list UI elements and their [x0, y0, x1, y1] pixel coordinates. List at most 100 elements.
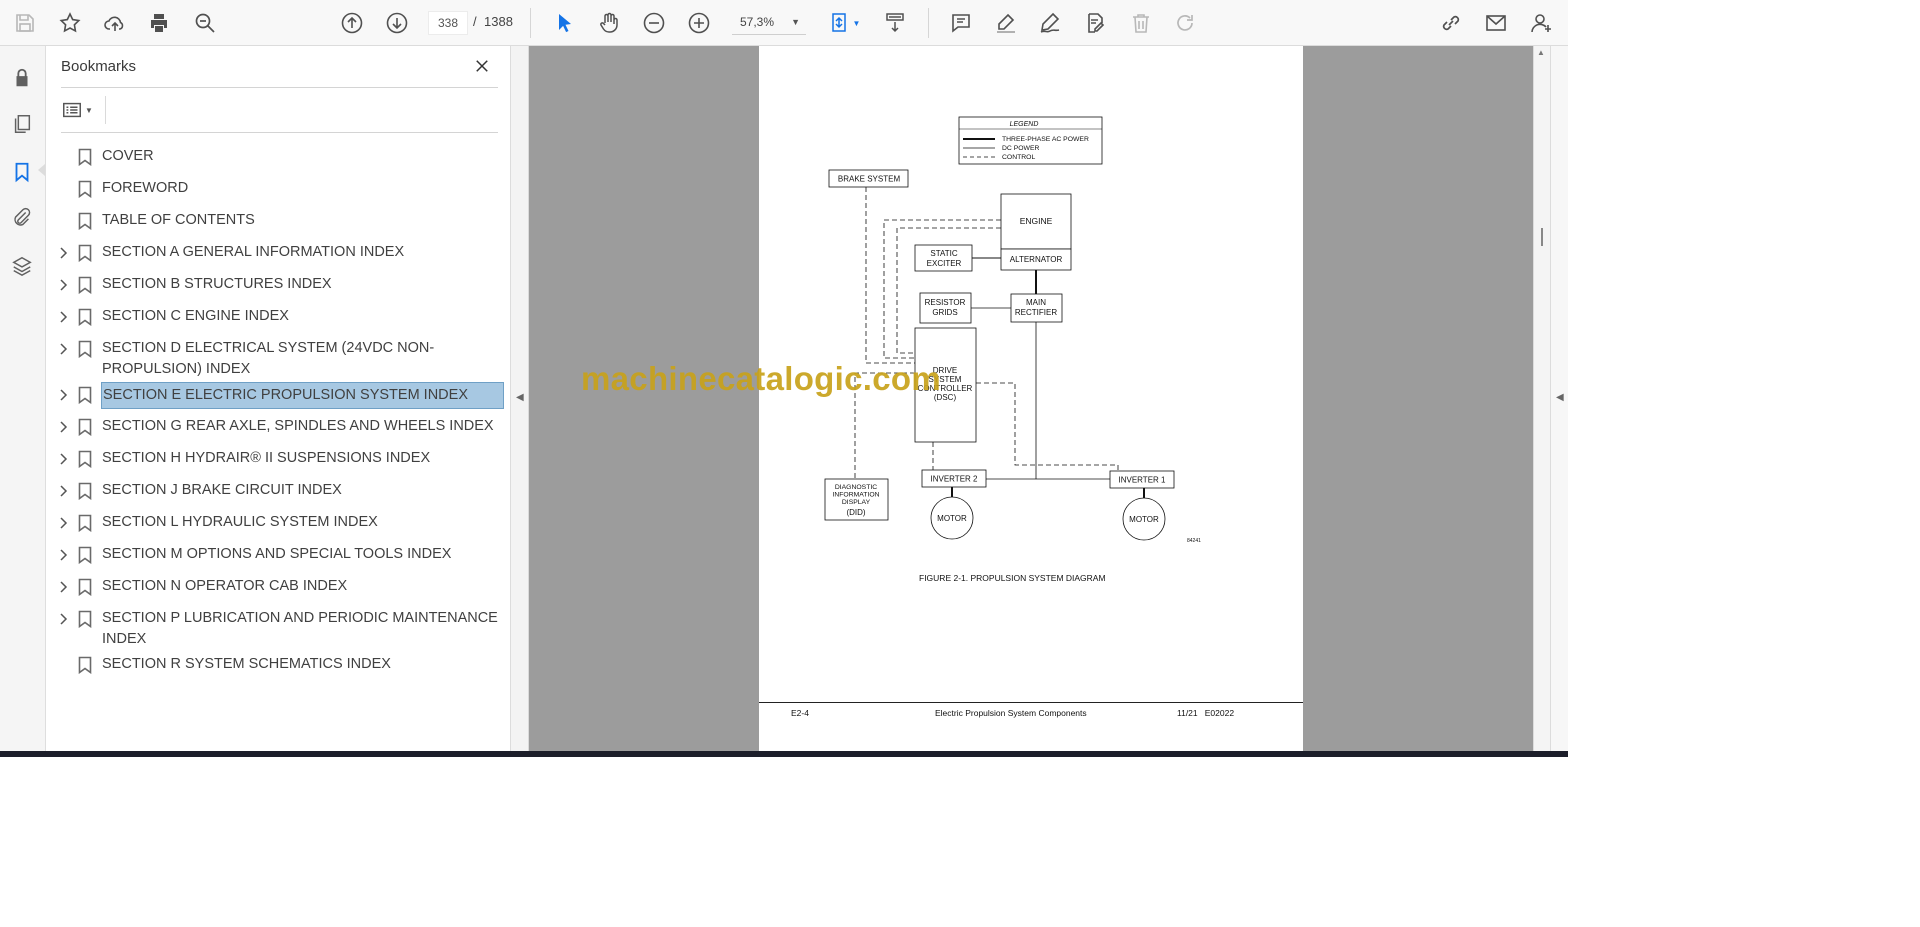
bookmark-label: SECTION E ELECTRIC PROPULSION SYSTEM IND…: [101, 382, 504, 409]
star-icon[interactable]: [55, 8, 85, 38]
next-page-icon[interactable]: [382, 8, 412, 38]
previous-page-icon[interactable]: [337, 8, 367, 38]
highlight-icon[interactable]: [991, 8, 1021, 38]
chevron-right-icon[interactable]: [58, 612, 70, 626]
pages-icon[interactable]: [8, 110, 36, 138]
attachment-icon[interactable]: [8, 204, 36, 232]
find-icon[interactable]: [190, 8, 220, 38]
bookmark-label: SECTION A GENERAL INFORMATION INDEX: [102, 244, 405, 260]
expand-right-panel-icon[interactable]: ◀: [1556, 392, 1564, 403]
footer-date: 11/21: [1177, 708, 1198, 718]
active-tab-marker: [38, 164, 45, 176]
resistor-grids-label-1: RESISTOR: [925, 298, 966, 307]
bookmark-icon: [78, 546, 92, 565]
divider: [61, 87, 498, 88]
layers-icon[interactable]: [8, 252, 36, 280]
zoom-level-select[interactable]: 57,3% ▼: [732, 11, 806, 35]
page-total: 1388: [484, 14, 513, 29]
bookmark-label: SECTION H HYDRAIR® II SUSPENSIONS INDEX: [102, 450, 431, 466]
legend-title: LEGEND: [1010, 121, 1039, 128]
vertical-scrollbar[interactable]: ▲: [1533, 46, 1550, 751]
main-rectifier-label-1: MAIN: [1026, 298, 1046, 307]
divider: [105, 96, 106, 124]
save-icon[interactable]: [10, 8, 40, 38]
legend-entry-control: CONTROL: [1002, 154, 1035, 161]
bookmark-icon: [78, 276, 92, 295]
mail-icon[interactable]: [1481, 8, 1511, 38]
chevron-right-icon[interactable]: [58, 420, 70, 434]
chevron-right-icon[interactable]: [58, 310, 70, 324]
chevron-down-icon: ▼: [85, 105, 93, 115]
bookmark-label: SECTION J BRAKE CIRCUIT INDEX: [102, 482, 342, 498]
footer-page-ref: E2-4: [791, 708, 809, 718]
bookmark-icon: [78, 180, 92, 199]
inverter-1-label: INVERTER 1: [1119, 476, 1167, 485]
footer-rule: [759, 702, 1303, 703]
bookmark-icon: [78, 386, 92, 405]
chevron-right-icon[interactable]: [58, 548, 70, 562]
bookmark-icon: [78, 340, 92, 359]
toolbar-divider: [530, 8, 531, 38]
inverter-2-label: INVERTER 2: [931, 475, 979, 484]
redo-icon[interactable]: [1170, 8, 1200, 38]
scroll-mode-icon[interactable]: [880, 8, 910, 38]
bookmark-icon[interactable]: [8, 158, 36, 186]
panel-splitter[interactable]: ◀: [511, 46, 529, 751]
bookmark-icon: [78, 514, 92, 533]
cloud-upload-icon[interactable]: [100, 8, 130, 38]
close-icon[interactable]: [471, 55, 493, 77]
lock-icon[interactable]: [8, 64, 36, 92]
bookmark-label: SECTION P LUBRICATION AND PERIODIC MAINT…: [102, 610, 498, 647]
bookmark-label: FOREWORD: [102, 180, 189, 196]
main-rectifier-label-2: RECTIFIER: [1015, 308, 1057, 317]
chevron-down-icon: ▼: [791, 17, 800, 27]
right-panel-toggle[interactable]: ◀: [1550, 46, 1568, 751]
print-icon[interactable]: [144, 8, 174, 38]
chevron-right-icon[interactable]: [58, 452, 70, 466]
bookmark-icon: [78, 578, 92, 597]
page-number-input[interactable]: 338: [428, 11, 468, 35]
figure-caption: FIGURE 2-1. PROPULSION SYSTEM DIAGRAM: [919, 573, 1106, 583]
brake-system-label: BRAKE SYSTEM: [838, 175, 901, 184]
footer-code: E02022: [1204, 708, 1235, 718]
chevron-right-icon[interactable]: [58, 484, 70, 498]
page-fit-icon[interactable]: ▼: [824, 8, 864, 38]
toolbar-divider: [928, 8, 929, 38]
navigation-rail: [0, 46, 46, 757]
collapse-left-icon[interactable]: ◀: [516, 392, 524, 403]
chevron-right-icon[interactable]: [58, 516, 70, 530]
share-link-icon[interactable]: [1436, 8, 1466, 38]
comment-icon[interactable]: [946, 8, 976, 38]
chevron-right-icon[interactable]: [58, 388, 70, 402]
bookmark-label: SECTION L HYDRAULIC SYSTEM INDEX: [102, 514, 378, 530]
document-viewport[interactable]: LEGEND THREE-PHASE AC POWER DC POWER CON…: [529, 46, 1533, 751]
bookmark-icon: [78, 148, 92, 167]
zoom-in-icon[interactable]: [684, 8, 714, 38]
bookmarks-panel: Bookmarks ▼ COVER FOREWORD TABLE OF CONTEN…: [46, 46, 511, 757]
footer-date-code: 11/21 E02022: [1177, 708, 1234, 718]
scroll-up-icon[interactable]: ▲: [1537, 48, 1545, 57]
draw-icon[interactable]: [1035, 8, 1065, 38]
hand-tool-icon[interactable]: [594, 8, 624, 38]
select-cursor-icon[interactable]: [550, 8, 580, 38]
bookmark-label: SECTION D ELECTRICAL SYSTEM (24VDC NON-P…: [102, 340, 435, 377]
did-label-2: INFORMATION: [832, 492, 879, 499]
static-exciter-label-2: EXCITER: [927, 259, 962, 268]
chevron-right-icon[interactable]: [58, 278, 70, 292]
bookmark-icon: [78, 244, 92, 263]
bookmark-label: SECTION B STRUCTURES INDEX: [102, 276, 332, 292]
scrollbar-thumb[interactable]: [1541, 228, 1543, 246]
legend-entry-ac: THREE-PHASE AC POWER: [1002, 136, 1089, 143]
chevron-right-icon[interactable]: [58, 246, 70, 260]
delete-icon[interactable]: [1126, 8, 1156, 38]
legend-entry-dc: DC POWER: [1002, 145, 1039, 152]
did-label-1: DIAGNOSTIC: [835, 484, 877, 491]
bookmark-label: SECTION R SYSTEM SCHEMATICS INDEX: [102, 656, 391, 672]
account-icon[interactable]: [1526, 8, 1556, 38]
bookmark-options-button[interactable]: ▼: [61, 98, 99, 122]
chevron-right-icon[interactable]: [58, 580, 70, 594]
divider: [61, 132, 498, 133]
zoom-out-icon[interactable]: [639, 8, 669, 38]
edit-text-icon[interactable]: [1080, 8, 1110, 38]
chevron-right-icon[interactable]: [58, 342, 70, 356]
